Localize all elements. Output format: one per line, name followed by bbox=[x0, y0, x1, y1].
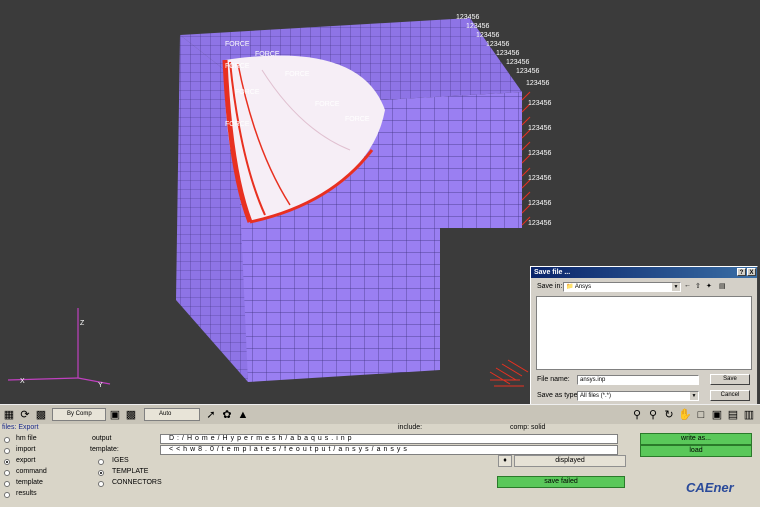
axis-triad bbox=[7, 308, 111, 385]
comp-label: comp: solid bbox=[510, 424, 546, 431]
axis-z-label: Z bbox=[80, 320, 85, 327]
axis-y-label: Y bbox=[98, 382, 103, 389]
menu-command[interactable]: command bbox=[16, 468, 47, 475]
cube-icon[interactable]: ▣ bbox=[108, 408, 122, 422]
dialog-title: Save file ... bbox=[534, 269, 571, 276]
option-template[interactable]: TEMPLATE bbox=[112, 468, 148, 475]
rotate-icon[interactable]: ↻ bbox=[662, 408, 676, 422]
chevron-down-icon: ▼ bbox=[672, 283, 680, 291]
save-button[interactable]: Save bbox=[710, 374, 750, 385]
load-button[interactable]: load bbox=[640, 445, 752, 457]
include-label: include: bbox=[398, 424, 423, 431]
view-side-icon[interactable]: ▥ bbox=[742, 408, 756, 422]
radio-command[interactable] bbox=[4, 470, 10, 476]
menu-hm-file[interactable]: hm file bbox=[16, 435, 37, 442]
view-menu-icon[interactable]: ▤ bbox=[719, 282, 726, 290]
zoom-icon[interactable]: ⚲ bbox=[630, 408, 644, 422]
pointer-icon[interactable]: ➚ bbox=[204, 408, 218, 422]
help-button[interactable]: ? bbox=[737, 268, 746, 276]
output-path-field[interactable]: D:/Home/Hypermesh/abaqus.inp bbox=[160, 434, 618, 444]
layers-icon[interactable]: ▩ bbox=[34, 408, 48, 422]
auto-mode-select[interactable]: Auto bbox=[144, 408, 200, 421]
main-toolbar: ▦ ⟳ ▩ By Comp ▣ ▩ Auto ➚ ✿ ▲ ⚲ ⚲ ↻ ✋ □ ▣… bbox=[0, 404, 760, 425]
back-icon[interactable]: ← bbox=[684, 282, 691, 289]
template-label: template: bbox=[90, 446, 119, 453]
panel-title: files: Export bbox=[2, 424, 39, 431]
toggle-icon[interactable]: ♦ bbox=[498, 455, 512, 467]
up-folder-icon[interactable]: ⇧ bbox=[695, 282, 701, 290]
pan-icon[interactable]: ✋ bbox=[678, 408, 692, 422]
file-list[interactable] bbox=[536, 296, 752, 370]
radio-template[interactable] bbox=[4, 481, 10, 487]
view-icon[interactable]: ▣ bbox=[710, 408, 724, 422]
save-status-bar: save failed bbox=[497, 476, 625, 488]
radio-iges[interactable] bbox=[98, 459, 104, 465]
axis-x-label: X bbox=[20, 378, 25, 385]
menu-import[interactable]: import bbox=[16, 446, 35, 453]
save-file-dialog[interactable]: Save file ... ? X Save in: 📁 Ansys ▼ ← ⇧… bbox=[530, 266, 758, 406]
fit-icon[interactable]: □ bbox=[694, 408, 708, 422]
dof-labels-right: 123456 123456 123456 123456 123456 12345… bbox=[528, 100, 552, 227]
radio-hm-file[interactable] bbox=[4, 437, 10, 443]
force-labels: FORCE FORCE FORCE FORCE FORCE FORCE FORC… bbox=[225, 41, 370, 128]
menu-template[interactable]: template bbox=[16, 479, 43, 486]
option-connectors[interactable]: CONNECTORS bbox=[112, 479, 162, 486]
dialog-title-bar: Save file ... ? X bbox=[531, 267, 757, 278]
save-as-type-label: Save as type: bbox=[537, 392, 580, 399]
radio-import[interactable] bbox=[4, 448, 10, 454]
radio-results[interactable] bbox=[4, 492, 10, 498]
displayed-button[interactable]: displayed bbox=[514, 455, 626, 467]
chevron-down-icon: ▼ bbox=[690, 392, 698, 400]
shade-icon[interactable]: ▲ bbox=[236, 408, 250, 422]
save-in-label: Save in: bbox=[537, 283, 563, 290]
display-icon[interactable]: ▦ bbox=[2, 408, 16, 422]
folder-icon: 📁 bbox=[566, 284, 574, 290]
cancel-button[interactable]: Cancel bbox=[710, 390, 750, 401]
radio-template-format[interactable] bbox=[98, 470, 104, 476]
display-mode-select[interactable]: By Comp bbox=[52, 408, 106, 421]
menu-export[interactable]: export bbox=[16, 457, 35, 464]
file-name-label: File name: bbox=[537, 376, 570, 383]
export-panel: files: Export hm file import export comm… bbox=[0, 424, 760, 507]
save-as-type-select[interactable]: All files (*.*) ▼ bbox=[577, 391, 699, 401]
mesh-cube-icon[interactable]: ▩ bbox=[124, 408, 138, 422]
menu-results[interactable]: results bbox=[16, 490, 37, 497]
radio-export[interactable] bbox=[4, 459, 10, 465]
view-front-icon[interactable]: ▤ bbox=[726, 408, 740, 422]
radio-connectors[interactable] bbox=[98, 481, 104, 487]
watermark-logo: CAEner bbox=[686, 480, 734, 495]
zoom-out-icon[interactable]: ⚲ bbox=[646, 408, 660, 422]
template-path-field[interactable]: <<hw8.0/templates/feoutput/ansys/ansys bbox=[160, 445, 618, 455]
new-folder-icon[interactable]: ✦ bbox=[706, 282, 712, 290]
close-button[interactable]: X bbox=[747, 268, 756, 276]
save-in-combo[interactable]: 📁 Ansys ▼ bbox=[563, 282, 681, 292]
option-iges[interactable]: IGES bbox=[112, 457, 129, 464]
dof-labels: 123456 123456 123456 123456 123456 12345… bbox=[456, 14, 550, 87]
write-as-button[interactable]: write as... bbox=[640, 433, 752, 445]
palette-icon[interactable]: ✿ bbox=[220, 408, 234, 422]
refresh-icon[interactable]: ⟳ bbox=[18, 408, 32, 422]
file-name-input[interactable]: ansys.inp bbox=[577, 375, 699, 385]
output-label: output bbox=[92, 435, 112, 442]
